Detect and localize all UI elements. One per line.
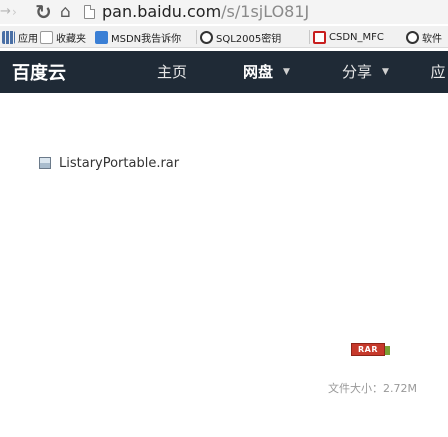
forward-arrow-icon[interactable]: › — [12, 4, 24, 20]
logo-text: 百度云 — [12, 63, 66, 84]
bookmark-favorites[interactable]: 收藏夹 — [40, 29, 86, 45]
nav-item-home[interactable]: 主页 — [154, 62, 190, 82]
bookmark-sql2005[interactable]: SQL2005密钥 — [200, 29, 281, 45]
address-bar-row: → › ↻ ⌂ pan.baidu.com/s/1sjLO81J — [0, 0, 448, 24]
bookmark-label: SQL2005密钥 — [216, 33, 282, 45]
archive-file-icon — [39, 157, 51, 169]
apps-icon — [2, 30, 15, 44]
chevron-down-icon[interactable]: ▼ — [283, 62, 290, 82]
bookmark-separator — [196, 30, 197, 44]
bookmark-label: MSDN我告诉你 — [111, 33, 182, 45]
msdn-icon — [95, 30, 108, 44]
bookmark-csdn[interactable]: CSDN_MFC — [313, 29, 384, 45]
bookmark-msdn[interactable]: MSDN我告诉你 — [95, 29, 181, 45]
sql-icon — [200, 30, 213, 44]
nav-item-share[interactable]: 分享 — [339, 62, 375, 82]
bookmark-label: 收藏夹 — [56, 33, 86, 45]
nav-item-netdisk[interactable]: 网盘 — [240, 62, 276, 82]
site-nav-bar: 百度云 主页 网盘 ▼ 分享 ▼ 应 — [0, 51, 448, 93]
bookmark-software[interactable]: 软件 — [406, 29, 442, 45]
url-field[interactable]: pan.baidu.com/s/1sjLO81J — [102, 2, 309, 22]
bookmark-separator — [309, 30, 310, 44]
rar-type-label: RAR — [357, 345, 378, 354]
bookmark-label: 应用 — [18, 33, 38, 45]
home-icon[interactable]: ⌂ — [60, 2, 78, 22]
page-icon — [84, 5, 95, 19]
bookmarks-bar: 应用 收藏夹 MSDN我告诉你 SQL2005密钥 CSDN_MFC 软件 — [0, 26, 448, 48]
reload-icon[interactable]: ↻ — [35, 1, 55, 23]
nav-item-apps[interactable]: 应 — [428, 62, 448, 82]
file-size: 文件大小：2.72M — [328, 382, 417, 395]
software-icon — [406, 30, 419, 44]
chevron-down-icon[interactable]: ▼ — [382, 62, 389, 82]
file-name: ListaryPortable.rar — [59, 155, 180, 171]
baidu-yun-logo[interactable]: 百度云 — [12, 59, 86, 85]
csdn-icon — [313, 30, 326, 44]
folder-icon — [40, 30, 53, 44]
url-path: /s/1sjLO81J — [221, 2, 310, 21]
bookmark-apps[interactable]: 应用 — [2, 29, 38, 45]
file-title: ListaryPortable.rar — [39, 154, 179, 172]
bookmark-label: 软件 — [422, 33, 442, 45]
rar-file-icon: RAR — [351, 343, 390, 356]
bookmark-label: CSDN_MFC — [329, 31, 384, 43]
url-host: pan.baidu.com — [102, 2, 222, 21]
